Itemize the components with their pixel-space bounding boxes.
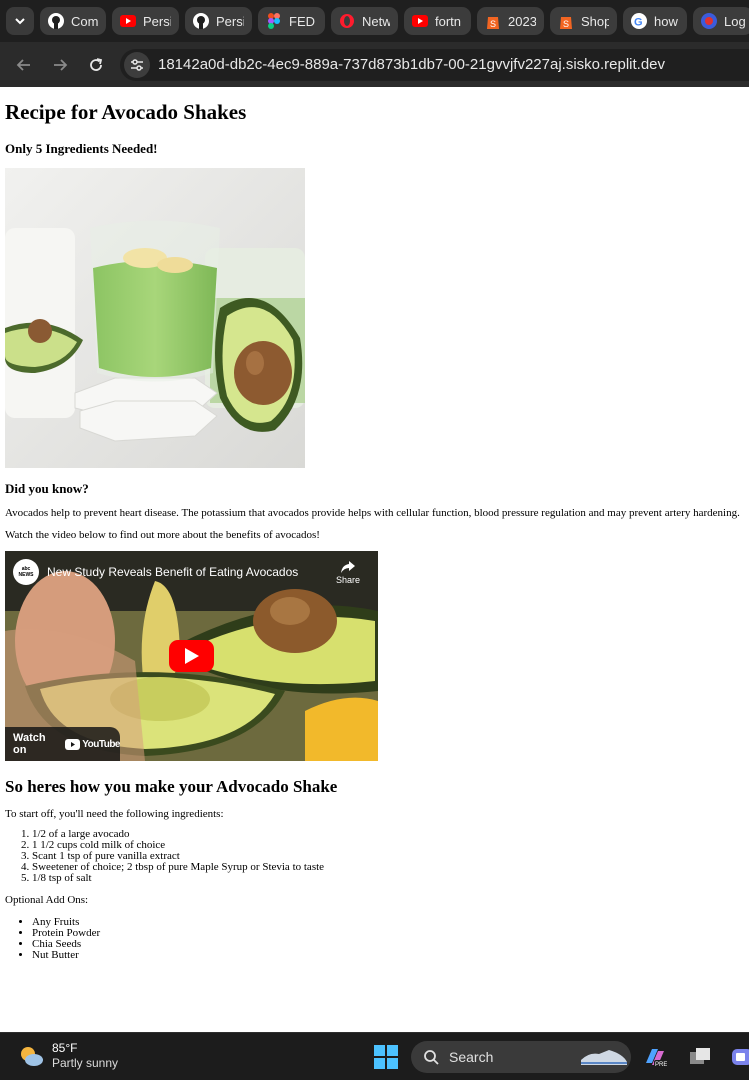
avocado-shake-image — [5, 168, 305, 468]
tab-title: Shop — [581, 13, 609, 29]
browser-tab[interactable]: fortn — [404, 7, 471, 35]
addons-intro: Optional Add Ons: — [5, 894, 89, 906]
page-title: Recipe for Avocado Shakes — [5, 100, 247, 124]
tab-strip: Com Persi Persi FED / Netw fortn S 2023 S Shop Gho… — [0, 0, 749, 42]
svg-text:S: S — [490, 19, 496, 29]
login-icon — [701, 13, 717, 29]
video-intro-paragraph: Watch the video below to find out more a… — [5, 529, 320, 541]
play-button[interactable] — [169, 640, 214, 672]
svg-text:G: G — [634, 17, 643, 29]
page-subtitle: Only 5 Ingredients Needed! — [5, 141, 158, 156]
fact-paragraph: Avocados help to prevent heart disease. … — [5, 507, 740, 519]
github-icon — [48, 13, 64, 29]
watch-on-youtube-button[interactable]: Watch on YouTube — [5, 727, 120, 761]
svg-text:PRE: PRE — [655, 1062, 667, 1068]
browser-tab[interactable]: FED / — [258, 7, 325, 35]
partly-sunny-icon — [21, 1047, 43, 1066]
share-icon — [340, 561, 355, 573]
tab-title: Netw — [362, 13, 390, 29]
ingredients-intro: To start off, you'll need the following … — [5, 808, 224, 820]
browser-tab[interactable]: Netw — [331, 7, 398, 35]
weather-widget[interactable]: 85°F Partly sunny — [18, 1041, 118, 1071]
opera-icon — [339, 13, 355, 29]
chevron-down-icon — [15, 18, 25, 25]
howto-heading: So heres how you make your Advocado Shak… — [5, 777, 338, 796]
list-item: 1/8 tsp of salt — [32, 873, 324, 884]
tab-title: Persi — [216, 13, 244, 29]
browser-toolbar: 18142a0d-db2c-4ec9-889a-737d873b1db7-00-… — [0, 42, 749, 87]
browser-tab[interactable]: Persi — [112, 7, 179, 35]
copilot-icon: PRE — [646, 1049, 667, 1068]
copilot-button[interactable]: PRE — [643, 1045, 667, 1069]
youtube-icon — [65, 738, 81, 750]
arrow-right-icon — [54, 58, 68, 71]
browser-tab[interactable]: S 2023 — [477, 7, 544, 35]
site-info-button[interactable] — [124, 51, 150, 78]
figma-icon — [266, 13, 282, 29]
task-view-icon — [690, 1048, 710, 1064]
tab-title: 2023 — [508, 13, 536, 29]
abc-news-logo[interactable]: abc NEWS — [13, 559, 39, 585]
tab-title: Logi — [724, 13, 745, 29]
svg-text:S: S — [563, 19, 569, 29]
forward-button[interactable] — [48, 53, 72, 77]
teams-button[interactable] — [730, 1045, 749, 1069]
github-icon — [193, 13, 209, 29]
shopify-icon: S — [558, 13, 574, 29]
arrow-left-icon — [16, 58, 30, 71]
browser-tab[interactable]: Persi — [185, 7, 252, 35]
reload-button[interactable] — [84, 53, 108, 77]
start-button[interactable] — [374, 1045, 398, 1069]
browser-tab[interactable]: Com — [40, 7, 106, 35]
sneaker-icon — [581, 1050, 627, 1065]
youtube-icon — [120, 13, 136, 29]
search-icon — [424, 1050, 439, 1065]
play-icon — [184, 648, 199, 664]
browser-tab[interactable]: S Shop — [550, 7, 617, 35]
taskbar: 85°F Partly sunny Search PRE — [0, 1032, 749, 1080]
url-text: 18142a0d-db2c-4ec9-889a-737d873b1db7-00-… — [158, 56, 666, 73]
windows-icon — [374, 1045, 398, 1069]
temperature: 85°F — [52, 1041, 78, 1055]
youtube-icon — [412, 13, 428, 29]
back-button[interactable] — [12, 53, 36, 77]
tune-icon — [131, 58, 143, 71]
browser-tab[interactable]: Ghow — [623, 7, 687, 35]
tab-search-button[interactable] — [6, 7, 34, 35]
reload-icon — [90, 57, 103, 71]
video-title[interactable]: New Study Reveals Benefit of Eating Avoc… — [47, 565, 298, 579]
did-you-know-heading: Did you know? — [5, 481, 89, 496]
tab-title: how — [654, 13, 678, 29]
browser-tab[interactable]: Logi — [693, 7, 749, 35]
list-item: Nut Butter — [32, 950, 100, 961]
tab-title: FED / — [289, 13, 317, 29]
google-icon: G — [631, 13, 647, 29]
tab-title: Com — [71, 13, 98, 29]
share-button[interactable]: Share — [336, 561, 360, 585]
video-header: abc NEWS New Study Reveals Benefit of Ea… — [13, 559, 298, 585]
tab-title: Persi — [143, 13, 171, 29]
youtube-embed[interactable]: abc NEWS New Study Reveals Benefit of Ea… — [5, 551, 378, 761]
address-bar[interactable]: 18142a0d-db2c-4ec9-889a-737d873b1db7-00-… — [120, 48, 749, 81]
addons-list: Any Fruits Protein Powder Chia Seeds Nut… — [32, 917, 100, 961]
shopify-icon: S — [485, 13, 501, 29]
task-view-button[interactable] — [688, 1045, 712, 1069]
youtube-logo: YouTube — [65, 738, 120, 750]
ingredients-list: 1/2 of a large avocado 1 1/2 cups cold m… — [32, 829, 324, 884]
tab-title: fortn — [435, 13, 462, 29]
taskbar-search[interactable]: Search — [411, 1041, 631, 1073]
teams-icon — [732, 1049, 749, 1065]
weather-condition: Partly sunny — [52, 1056, 119, 1070]
